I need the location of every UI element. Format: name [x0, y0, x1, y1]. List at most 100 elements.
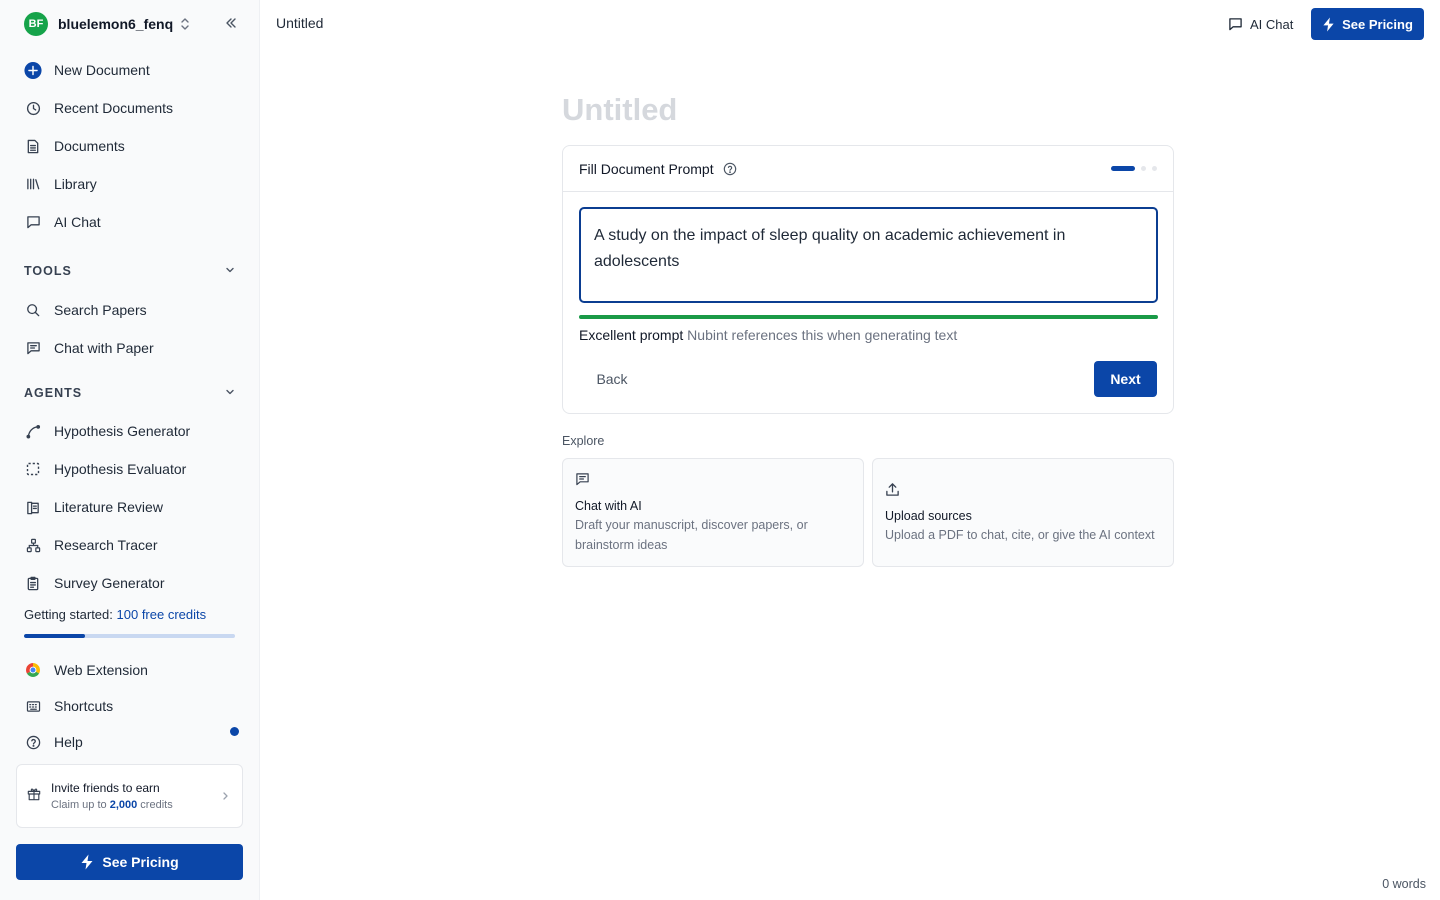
help-circle-icon [24, 733, 42, 751]
document-icon [24, 137, 42, 155]
word-count: 0 words [1382, 877, 1426, 891]
chat-lines-icon [24, 339, 42, 357]
sidebar-item-ai-chat[interactable]: AI Chat [24, 210, 236, 234]
prompt-quality-text: Excellent prompt Nubint references this … [579, 327, 957, 343]
chat-lines-icon [575, 471, 851, 487]
sidebar-item-label: Web Extension [54, 662, 148, 678]
dashed-square-icon [24, 460, 42, 478]
lightning-icon [1323, 17, 1334, 31]
step-2 [1141, 166, 1146, 171]
sidebar-item-search-papers[interactable]: Search Papers [24, 298, 236, 322]
chevron-right-icon [220, 789, 230, 807]
sidebar-item-label: Hypothesis Generator [54, 423, 191, 439]
step-indicator [1111, 166, 1157, 171]
sidebar-item-hypothesis-generator[interactable]: Hypothesis Generator [24, 419, 236, 443]
chrome-icon [24, 661, 42, 679]
card-heading: Fill Document Prompt [579, 160, 714, 177]
step-3 [1152, 166, 1157, 171]
keyboard-icon [24, 697, 42, 715]
collapse-sidebar-icon[interactable] [224, 16, 238, 30]
sidebar-item-label: Shortcuts [54, 698, 114, 714]
sidebar-item-label: Search Papers [54, 302, 147, 318]
invite-sub-amount: 2,000 [109, 799, 138, 811]
explore-card-desc: Draft your manuscript, discover papers, … [575, 518, 808, 552]
top-ai-chat-button[interactable]: AI Chat [1228, 14, 1293, 34]
explore-card-title: Chat with AI [575, 499, 642, 513]
plus-circle-icon [24, 61, 42, 79]
sidebar-item-label: Library [54, 176, 97, 192]
sidebar-item-label: Literature Review [54, 499, 163, 515]
quality-hint: Nubint references this when generating t… [687, 327, 958, 343]
search-icon [24, 301, 42, 319]
sidebar-item-hypothesis-evaluator[interactable]: Hypothesis Evaluator [24, 457, 236, 481]
tools-section-toggle[interactable]: TOOLS [24, 261, 236, 281]
next-button[interactable]: Next [1094, 361, 1157, 397]
sidebar-item-label: Help [54, 734, 83, 750]
sidebar-item-chat-with-paper[interactable]: Chat with Paper [24, 336, 236, 360]
explore-card-desc: Upload a PDF to chat, cite, or give the … [885, 528, 1155, 542]
sidebar-item-label: Recent Documents [54, 100, 174, 116]
upload-icon [885, 481, 1161, 497]
chevron-down-icon [224, 386, 236, 401]
back-button[interactable]: Back [579, 361, 645, 397]
card-header: Fill Document Prompt [563, 146, 1173, 192]
literature-icon [24, 498, 42, 516]
sidebar-see-pricing-button[interactable]: See Pricing [16, 844, 243, 880]
sidebar-item-survey-generator[interactable]: Survey Generator [24, 571, 236, 595]
sidebar-item-label: Survey Generator [54, 575, 165, 591]
sidebar-item-research-tracer[interactable]: Research Tracer [24, 533, 236, 557]
top-see-pricing-button[interactable]: See Pricing [1311, 8, 1424, 40]
explore-card-upload-sources[interactable]: Upload sources Upload a PDF to chat, cit… [872, 458, 1174, 567]
tools-heading: TOOLS [24, 264, 72, 278]
sidebar-item-shortcuts[interactable]: Shortcuts [24, 694, 236, 718]
document-title-breadcrumb[interactable]: Untitled [276, 15, 323, 31]
sidebar-item-label: AI Chat [54, 214, 101, 230]
invite-text: Invite friends to earn Claim up to 2,000… [51, 781, 173, 811]
sidebar-item-documents[interactable]: Documents [24, 134, 236, 158]
chat-icon [24, 213, 42, 231]
clipboard-icon [24, 574, 42, 592]
account-switcher[interactable]: BF bluelemon6_fenq [24, 12, 244, 36]
explore-card-chat-with-ai[interactable]: Chat with AI Draft your manuscript, disc… [562, 458, 864, 567]
page-title[interactable]: Untitled [562, 92, 677, 128]
sidebar-item-help[interactable]: Help [24, 730, 236, 754]
credits-progress-fill [24, 634, 86, 638]
free-credits-link[interactable]: 100 free credits [117, 607, 207, 622]
sidebar-item-label: New Document [54, 62, 150, 78]
invite-sub-suffix: credits [140, 799, 173, 811]
sidebar-item-new-document[interactable]: New Document [24, 58, 236, 82]
prompt-quality-fill [579, 315, 1158, 319]
see-pricing-label: See Pricing [102, 854, 179, 870]
explore-card-title: Upload sources [885, 509, 972, 523]
prompt-input[interactable]: A study on the impact of sleep quality o… [579, 207, 1158, 303]
sidebar-item-web-extension[interactable]: Web Extension [24, 658, 236, 682]
explore-heading: Explore [562, 434, 605, 448]
credits-prefix: Getting started: [24, 607, 113, 622]
username: bluelemon6_fenq [58, 16, 174, 32]
sidebar-item-label: Documents [54, 138, 125, 154]
sidebar-item-library[interactable]: Library [24, 172, 236, 196]
notification-dot [230, 727, 239, 736]
agents-heading: AGENTS [24, 386, 83, 400]
invite-friends-card[interactable]: Invite friends to earn Claim up to 2,000… [16, 764, 243, 828]
sidebar-item-literature-review[interactable]: Literature Review [24, 495, 236, 519]
see-pricing-label: See Pricing [1342, 16, 1413, 32]
prompt-quality-bar [579, 315, 1158, 319]
invite-subtitle: Claim up to 2,000 credits [51, 799, 173, 811]
agents-section-toggle[interactable]: AGENTS [24, 383, 236, 403]
avatar: BF [24, 12, 48, 36]
chevron-down-icon [224, 264, 236, 279]
credits-progress-bar [24, 634, 235, 638]
chevron-up-down-icon [179, 17, 191, 31]
clock-icon [24, 99, 42, 117]
sidebar: BF bluelemon6_fenq New Document Recent D… [0, 0, 260, 900]
help-circle-icon[interactable] [723, 162, 737, 176]
fill-document-prompt-card: Fill Document Prompt A study on the impa… [562, 145, 1174, 414]
invite-sub-prefix: Claim up to [51, 799, 107, 811]
sidebar-item-recent-documents[interactable]: Recent Documents [24, 96, 236, 120]
lightning-icon [81, 854, 93, 870]
spline-icon [24, 422, 42, 440]
sidebar-item-label: Hypothesis Evaluator [54, 461, 187, 477]
gift-icon [27, 787, 41, 806]
network-icon [24, 536, 42, 554]
